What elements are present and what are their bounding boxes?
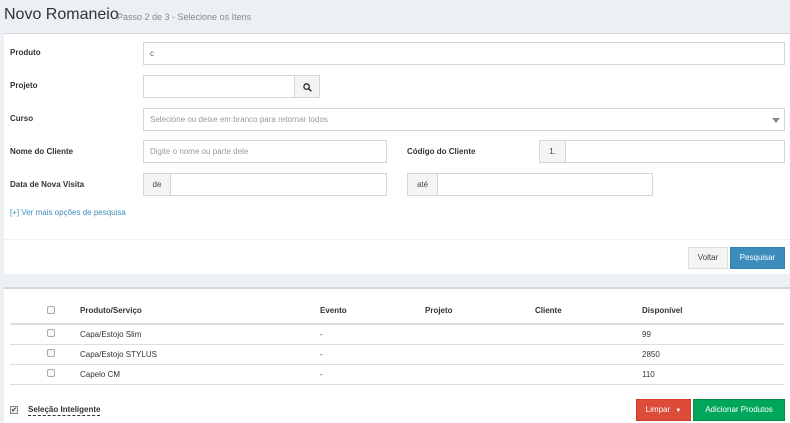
page-header: Novo Romaneio Passo 2 de 3 - Selecione o…	[0, 0, 790, 33]
data-ate-input[interactable]	[437, 173, 653, 196]
cell-disponivel: 2850	[642, 350, 660, 359]
search-form: Produto c Projeto Curso Selecione ou dei…	[4, 33, 790, 274]
curso-select[interactable]: Selecione ou deixe em branco para retorn…	[143, 108, 785, 131]
row-checkbox[interactable]	[47, 329, 55, 337]
visita-label: Data de Nova Visita	[10, 180, 85, 189]
row-divider	[10, 384, 784, 385]
table-header-border	[10, 323, 784, 325]
form-divider	[4, 239, 790, 240]
voltar-button[interactable]: Voltar	[688, 247, 728, 269]
row-divider	[10, 344, 784, 345]
limpar-button[interactable]: Limpar ▼	[636, 399, 691, 421]
ate-addon: até	[407, 173, 438, 196]
row-checkbox[interactable]	[47, 369, 55, 377]
pesquisar-button[interactable]: Pesquisar	[730, 247, 785, 269]
cell-produto: Capa/Estojo STYLUS	[80, 350, 157, 359]
cliente-label: Nome do Cliente	[10, 147, 74, 156]
col-header-cliente: Cliente	[535, 306, 562, 315]
col-header-produto: Produto/Serviço	[80, 306, 142, 315]
produto-input[interactable]: c	[143, 42, 785, 65]
cell-disponivel: 99	[642, 330, 651, 339]
select-all-checkbox[interactable]	[47, 306, 55, 314]
more-options-link[interactable]: [+] Ver mais opções de pesquisa	[10, 208, 126, 217]
cell-produto: Capa/Estojo Slim	[80, 330, 142, 339]
cell-evento: -	[320, 370, 323, 379]
smart-selection-label[interactable]: Seleção Inteligente	[28, 405, 101, 416]
col-header-disponivel: Disponível	[642, 306, 683, 315]
projeto-input[interactable]	[143, 75, 295, 98]
limpar-label: Limpar	[645, 405, 671, 414]
smart-selection-checkbox[interactable]: ✔	[10, 406, 18, 414]
search-icon	[302, 83, 312, 92]
cell-disponivel: 110	[642, 370, 655, 379]
row-divider	[10, 364, 784, 365]
caret-down-icon: ▼	[675, 408, 682, 414]
curso-label: Curso	[10, 114, 34, 123]
col-header-projeto: Projeto	[425, 306, 453, 315]
cell-evento: -	[320, 350, 323, 359]
cell-produto: Capelo CM	[80, 370, 121, 379]
de-addon: de	[143, 173, 171, 196]
projeto-label: Projeto	[10, 81, 38, 90]
adicionar-produtos-button[interactable]: Adicionar Produtos	[693, 399, 785, 421]
produto-label: Produto	[10, 48, 41, 57]
codigo-input[interactable]	[565, 140, 785, 163]
cliente-input[interactable]: Digite o nome ou parte dele	[143, 140, 387, 163]
chevron-down-icon	[772, 118, 780, 123]
page-title: Novo Romaneio	[4, 6, 119, 23]
codigo-label: Código do Cliente	[407, 147, 476, 156]
row-checkbox[interactable]	[47, 349, 55, 357]
codigo-prefix: 1.	[539, 140, 566, 163]
results-table: Produto/Serviço Evento Projeto Cliente D…	[4, 287, 790, 423]
curso-placeholder: Selecione ou deixe em branco para retorn…	[150, 115, 328, 124]
data-de-input[interactable]	[170, 173, 387, 196]
projeto-search-button[interactable]	[294, 75, 320, 98]
cliente-placeholder: Digite o nome ou parte dele	[150, 147, 249, 156]
cell-evento: -	[320, 330, 323, 339]
col-header-evento: Evento	[320, 306, 347, 315]
page-subtitle: Passo 2 de 3 - Selecione os Itens	[117, 12, 252, 22]
